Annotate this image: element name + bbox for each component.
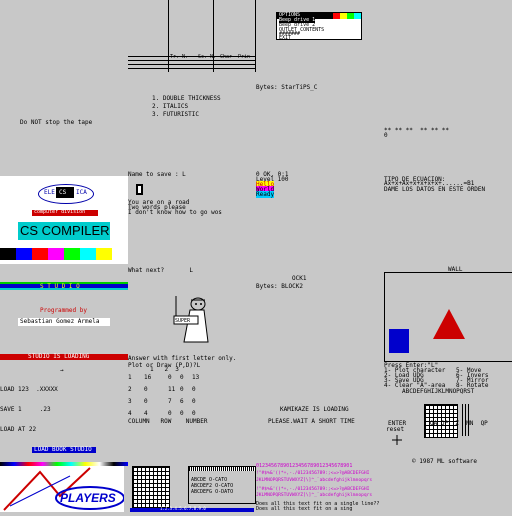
plot-row-2-col-4: 0 — [180, 386, 184, 393]
options-menu[interactable]: OPTIONS Beep drive 1 Beep drive 2 OUTLET… — [276, 12, 362, 41]
author-name: Sebastian Gomez Armela — [20, 318, 100, 325]
arrow-label: → — [60, 367, 64, 374]
color-bar-green — [64, 248, 80, 260]
plot-row-2-col-2: 0 — [144, 386, 148, 393]
charset-line-1: !"#$%&'()*+,-./0123456789:;<=>?@ABCDEFGH… — [256, 471, 370, 476]
charset-line-4: JKLMNOPQRSTUVWXYZ[\]^_`abcdefghijklmnopq… — [256, 493, 373, 498]
kamikaze-loading: KAMIKAZE IS LOADING — [280, 406, 349, 413]
plot-row-4-col-3: 0 — [168, 410, 172, 417]
plot-row-1-col-4: 0 — [180, 374, 184, 381]
plot-row-1-col-3: 0 — [168, 374, 172, 381]
copyright-line: © 1987 ML software — [412, 458, 478, 465]
color-bar-blue — [16, 248, 32, 260]
qa-hint: QA OP Z MN QP — [430, 420, 488, 427]
please-wait: PLEASE.WAIT A SHORT TIME — [268, 418, 355, 425]
plot-row-3-col-4: 6 — [180, 398, 184, 405]
cs-compiler-title: CS COMPILER — [20, 223, 110, 238]
color-bar-white — [112, 248, 128, 260]
top-table-col-2: Sc. N. — [198, 54, 217, 60]
division-label: computer division — [34, 209, 86, 215]
blue-square — [389, 329, 409, 353]
load-line-1: LOAD 123 .XXXXX — [0, 386, 58, 393]
top-table-col-4: Prin — [238, 54, 251, 60]
top-table: Tr. N. Sc. N. Char Prin — [128, 0, 256, 72]
plot-row-2-col-1: 2 — [128, 386, 132, 393]
red-triangle — [433, 309, 465, 339]
bytes-block2: Bytes: BLOCK2 — [256, 283, 303, 290]
checker-panel — [132, 466, 170, 508]
top-table-col-1: Tr. N. — [170, 54, 189, 60]
dame-datos: DAME LOS DATOS EN ESTE ORDEN — [384, 186, 486, 193]
color-bar-red — [32, 248, 48, 260]
programmed-by: Programmed by — [40, 307, 87, 314]
charset-line-2: JKLMNOPQRSTUVWXYZ[\]^_`abcdefghijklmnopq… — [256, 478, 373, 483]
alphabet-row: ABCDEFGHIJKLMNOPQRST — [402, 388, 475, 395]
bytes-startips: Bytes: StarTiPS_C — [256, 84, 318, 91]
cartoon-figure: SUPER — [164, 294, 216, 346]
color-bar-black — [0, 248, 16, 260]
load-at-line: LOAD AT 22 — [0, 426, 37, 433]
save-line: SAVE 1 .23 — [0, 406, 51, 413]
answer-first-letter: Answer with first letter only. — [128, 355, 237, 362]
elec-logo-mid: CS — [59, 189, 67, 196]
load-studio: LOAD BOOK STUDIO — [34, 446, 92, 453]
plot-row-4-col-4: 0 — [180, 410, 184, 417]
plot-row-3-col-3: 7 — [168, 398, 172, 405]
plot-header-digits: 1 2 3 — [150, 366, 179, 373]
plot-table: 1 16 0 0 13 2 0 11 0 0 3 0 7 6 0 4 4 0 0… — [128, 374, 228, 417]
plot-row-4-col-5: 0 — [192, 410, 196, 417]
top-table-col-3: Char — [220, 54, 233, 60]
what-next-prompt: What next? L — [128, 267, 194, 274]
mid-table-row-3: ABCDEFG O-DATO — [191, 489, 234, 495]
color-bar-yellow — [96, 248, 112, 260]
studio-loading: STUDIO IS LOADING — [28, 353, 90, 360]
color-bars — [0, 248, 128, 260]
plot-row-1-col-1: 1 — [128, 374, 132, 381]
cursor-inner — [138, 186, 141, 193]
plot-row-2-col-3: 11 — [168, 386, 176, 393]
style-option-1: 1. DOUBLE THICKNESS — [152, 95, 221, 102]
studio-title: S T U D I O — [40, 283, 80, 290]
mid-table: ABCDE O-CATO ABCDEF2 O-CATO ABCDEFG O-DA… — [188, 466, 256, 504]
color-bar-cyan — [80, 248, 96, 260]
color-bar-magenta — [48, 248, 64, 260]
players-logo-text: PLAYERS — [60, 491, 116, 505]
ock-label: OCK1 — [292, 275, 307, 282]
elec-logo-right: ICA — [76, 189, 87, 196]
style-option-3: 3. FUTURISTIC — [152, 111, 199, 118]
plot-column-headers: COLUMN ROW NUMBER — [128, 418, 208, 425]
style-option-2: 2. ITALICS — [152, 103, 189, 110]
plot-row-3-col-2: 0 — [144, 398, 148, 405]
digits-line: 01234567890123456789012345678901 — [256, 463, 353, 469]
plot-row-2-col-5: 0 — [192, 386, 196, 393]
plot-row-3-col-5: 0 — [192, 398, 196, 405]
road-line-3: I don't know how to go wos — [128, 209, 222, 216]
players-logo-panel: PLAYERS — [0, 466, 125, 512]
svg-text:SUPER: SUPER — [175, 318, 191, 324]
plot-row-1-col-2: 16 — [144, 374, 152, 381]
plot-row-3-col-1: 3 — [128, 398, 132, 405]
elec-logo-left: ELE — [44, 189, 55, 196]
menu-item-exit[interactable]: EXIT — [279, 36, 291, 41]
ready-line: Ready — [256, 191, 275, 198]
wall-panel — [384, 272, 512, 362]
name-to-save: Name to save : L — [128, 171, 186, 178]
plot-row-4-col-2: 4 — [144, 410, 148, 417]
do-not-stop-tape: Do NOT stop the tape — [20, 119, 93, 126]
stars-line: ** ** ** ** ** ** — [384, 127, 450, 134]
plot-row-1-col-5: 13 — [192, 374, 200, 381]
cs-compiler-panel: ELE CS ICA computer division CS COMPILER — [0, 176, 128, 264]
mid-table-header — [189, 467, 255, 471]
joystick-icon — [392, 430, 402, 445]
bottom-blue-bar-text: 1.2.3.4.5.6.7.8.9.0 — [160, 506, 206, 511]
plot-row-4-col-1: 4 — [128, 410, 132, 417]
stars-zero: 0 — [384, 132, 388, 139]
